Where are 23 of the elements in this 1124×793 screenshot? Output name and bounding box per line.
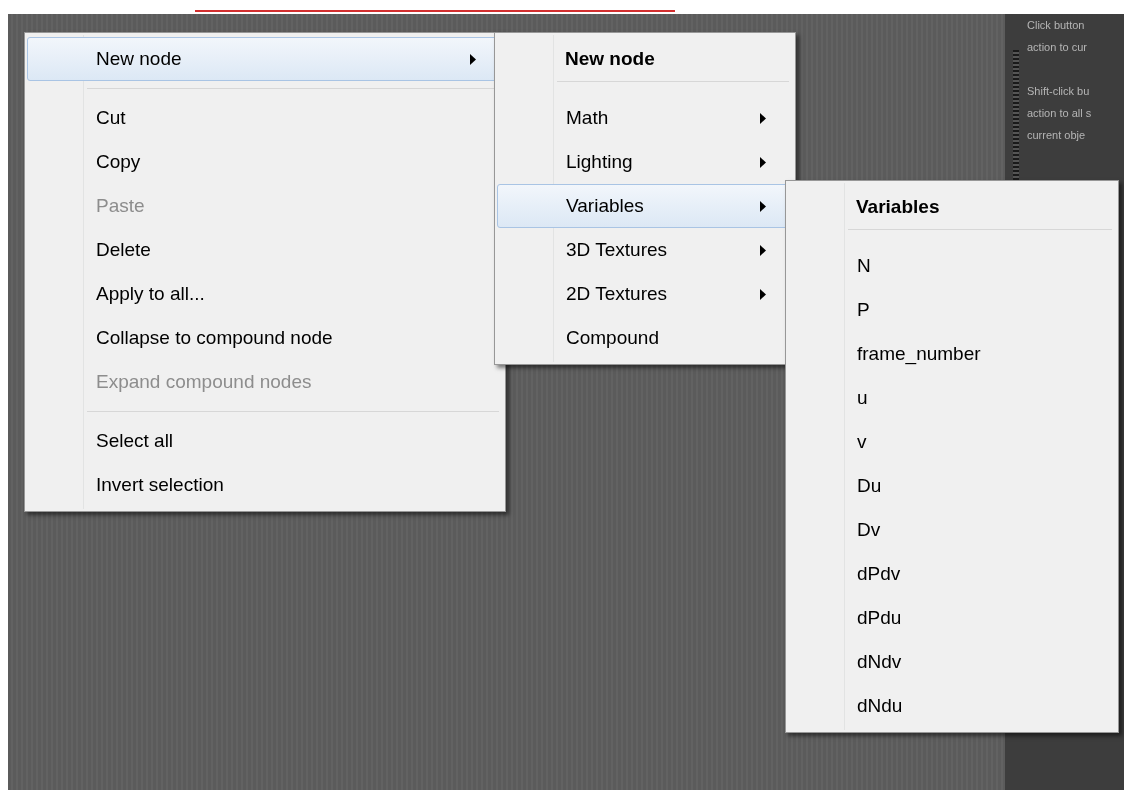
menu-item[interactable]: N bbox=[788, 244, 1116, 288]
help-text: Click button bbox=[1027, 18, 1086, 33]
menu-item[interactable]: P bbox=[788, 288, 1116, 332]
menu-item[interactable]: v bbox=[788, 420, 1116, 464]
menu-item[interactable]: Invert selection bbox=[27, 463, 503, 507]
help-text: Shift-click bu bbox=[1027, 84, 1091, 99]
menu-item[interactable]: Math bbox=[497, 96, 793, 140]
menu-item[interactable]: dNdv bbox=[788, 640, 1116, 684]
help-text: current obje bbox=[1027, 128, 1087, 143]
menu-item[interactable]: Lighting bbox=[497, 140, 793, 184]
help-text: action to all s bbox=[1027, 106, 1092, 121]
submenu-header: Variables bbox=[856, 194, 940, 219]
menu-item[interactable]: Du bbox=[788, 464, 1116, 508]
menu-item[interactable]: Select all bbox=[27, 419, 503, 463]
menu-item[interactable]: dPdv bbox=[788, 552, 1116, 596]
menu-item[interactable]: Dv bbox=[788, 508, 1116, 552]
submenu-header: New node bbox=[565, 46, 655, 71]
resize-grip-icon[interactable] bbox=[1013, 50, 1019, 180]
menu-item[interactable]: u bbox=[788, 376, 1116, 420]
menu-item[interactable]: dNdu bbox=[788, 684, 1116, 728]
menu-item[interactable]: frame_number bbox=[788, 332, 1116, 376]
menu-item[interactable]: dPdu bbox=[788, 596, 1116, 640]
help-text: action to cur bbox=[1027, 40, 1088, 55]
